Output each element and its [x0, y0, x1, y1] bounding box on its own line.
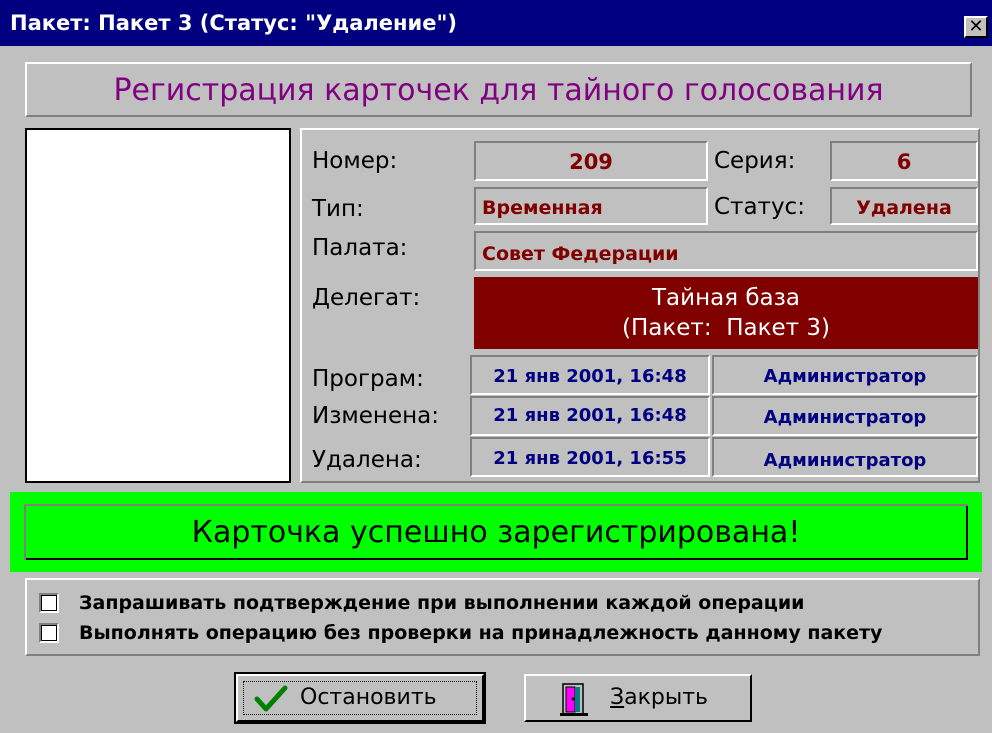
number-value: 209 [569, 150, 613, 174]
close-icon[interactable]: ✕ [964, 16, 988, 38]
close-button-label: Закрыть [610, 685, 708, 711]
close-button[interactable]: Закрыть [524, 674, 752, 722]
history-date-modified: 21 янв 2001, 16:48 [470, 396, 710, 436]
history-label-deleted: Удалена: [312, 447, 422, 473]
history-user-programmed: Администратор [712, 355, 978, 395]
history-date-text: 21 янв 2001, 16:48 [493, 405, 687, 426]
exit-door-icon [560, 683, 588, 716]
number-label: Номер: [312, 148, 398, 174]
history-date-programmed: 21 янв 2001, 16:48 [470, 355, 710, 395]
status-frame: Карточка успешно зарегистрирована! [24, 504, 968, 560]
options-group: Запрашивать подтверждение при выполнении… [25, 578, 980, 656]
window-title: Пакет: Пакет 3 (Статус: "Удаление") [10, 11, 458, 35]
card-info-panel: Номер: 209 Серия: 6 Тип: Временная Стату… [300, 128, 980, 483]
chamber-label: Палата: [312, 235, 408, 261]
chamber-field: Совет Федерации [474, 231, 978, 271]
registration-window: Пакет: Пакет 3 (Статус: "Удаление") ✕ Ре… [0, 0, 992, 733]
history-user-deleted: Администратор [712, 437, 978, 477]
history-user-text: Администратор [763, 366, 927, 387]
status-value: Удалена [856, 197, 952, 219]
title-bar[interactable]: Пакет: Пакет 3 (Статус: "Удаление") ✕ [0, 0, 992, 46]
history-label-modified: Изменена: [312, 403, 440, 429]
photo-frame [25, 128, 291, 483]
stop-button[interactable]: Остановить [234, 672, 486, 724]
history-date-deleted: 21 янв 2001, 16:55 [470, 437, 710, 477]
close-button-mnemonic: З [610, 685, 625, 710]
history-date-text: 21 янв 2001, 16:55 [493, 448, 687, 469]
number-field: 209 [474, 141, 708, 181]
header-title: Регистрация карточек для тайного голосов… [113, 73, 884, 108]
close-button-rest: акрыть [624, 685, 708, 710]
option-label: Запрашивать подтверждение при выполнении… [79, 592, 805, 614]
series-value: 6 [896, 150, 912, 174]
delegate-box: Тайная база (Пакет: Пакет 3) [474, 277, 978, 349]
status-message: Карточка успешно зарегистрирована! [191, 515, 801, 550]
status-banner: Карточка успешно зарегистрирована! [10, 492, 982, 572]
header-banner: Регистрация карточек для тайного голосов… [25, 62, 972, 117]
history-label-programmed: Програм: [312, 366, 424, 392]
history-user-modified: Администратор [712, 396, 978, 436]
type-label: Тип: [312, 196, 364, 222]
type-value: Временная [482, 197, 603, 219]
checkmark-icon [254, 685, 288, 712]
stop-button-label: Остановить [300, 685, 437, 710]
delegate-package: (Пакет: Пакет 3) [622, 315, 830, 341]
skip-check-checkbox[interactable] [39, 623, 59, 643]
type-field: Временная [474, 187, 708, 225]
chamber-value: Совет Федерации [482, 243, 679, 265]
status-field: Удалена [830, 187, 978, 225]
delegate-label: Делегат: [312, 285, 421, 311]
series-label: Серия: [714, 148, 796, 174]
delegate-name: Тайная база [652, 285, 800, 311]
status-label: Статус: [714, 194, 805, 220]
history-user-text: Администратор [763, 407, 927, 428]
option-label: Выполнять операцию без проверки на прина… [79, 622, 883, 644]
history-date-text: 21 янв 2001, 16:48 [493, 366, 687, 387]
confirm-each-checkbox[interactable] [39, 593, 59, 613]
history-user-text: Администратор [763, 450, 927, 471]
series-field: 6 [830, 141, 978, 181]
